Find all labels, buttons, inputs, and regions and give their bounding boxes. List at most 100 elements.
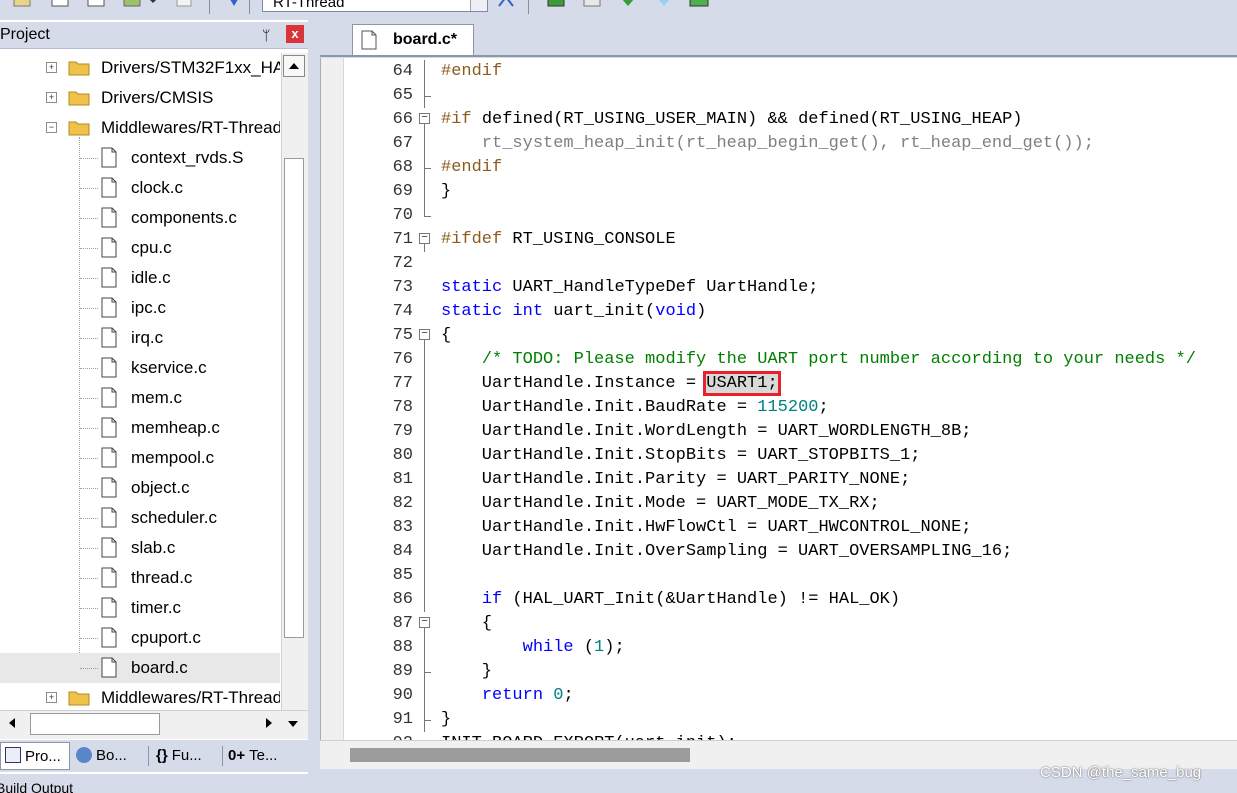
- code-line[interactable]: 76 /* TODO: Please modify the UART port …: [321, 348, 1237, 372]
- code-line[interactable]: 73 static UART_HandleTypeDef UartHandle;: [321, 276, 1237, 300]
- tree-file-item[interactable]: components.c: [0, 203, 280, 233]
- file-icon: [101, 507, 117, 528]
- tab-board-c[interactable]: board.c*: [352, 24, 474, 56]
- scroll-menu-button[interactable]: [282, 713, 304, 735]
- toolbar-grid-icon[interactable]: [50, 0, 70, 12]
- tree-file-item[interactable]: scheduler.c: [0, 503, 280, 533]
- scroll-up-button[interactable]: [283, 55, 305, 77]
- code-line[interactable]: 81 UartHandle.Init.Parity = UART_PARITY_…: [321, 468, 1237, 492]
- fold-gutter[interactable]: −: [419, 108, 437, 132]
- line-number: 87: [392, 614, 413, 633]
- code-line[interactable]: 68 #endif: [321, 156, 1237, 180]
- pin-icon[interactable]: ᛘ: [262, 22, 270, 48]
- tree-file-item[interactable]: slab.c: [0, 533, 280, 563]
- scroll-right-button[interactable]: [258, 713, 280, 735]
- tree-file-item[interactable]: thread.c: [0, 563, 280, 593]
- code-line[interactable]: 65: [321, 84, 1237, 108]
- tree-file-item[interactable]: mempool.c: [0, 443, 280, 473]
- tree-file-item[interactable]: cpu.c: [0, 233, 280, 263]
- toolbar-build-icon[interactable]: [122, 0, 142, 12]
- line-number: 92: [343, 732, 413, 740]
- code-line[interactable]: 88 while (1);: [321, 636, 1237, 660]
- tree-file-item[interactable]: memheap.c: [0, 413, 280, 443]
- toolbar-gem-icon[interactable]: [618, 0, 638, 12]
- scroll-left-button[interactable]: [2, 713, 24, 735]
- tree-file-item[interactable]: mem.c: [0, 383, 280, 413]
- code-line[interactable]: 82 UartHandle.Init.Mode = UART_MODE_TX_R…: [321, 492, 1237, 516]
- close-icon[interactable]: x: [286, 25, 304, 43]
- tab-books[interactable]: Bo...: [76, 742, 142, 770]
- tree-connector: [80, 158, 98, 159]
- editor-hscroll-thumb[interactable]: [350, 748, 690, 762]
- code-line[interactable]: 84 UartHandle.Init.OverSampling = UART_O…: [321, 540, 1237, 564]
- code-line[interactable]: 79 UartHandle.Init.WordLength = UART_WOR…: [321, 420, 1237, 444]
- toolbar-dropdown-icon[interactable]: [148, 0, 168, 12]
- collapse-icon[interactable]: −: [46, 122, 57, 133]
- toolbar-options-icon[interactable]: [496, 0, 516, 12]
- expand-icon[interactable]: +: [46, 92, 57, 103]
- scroll-thumb[interactable]: [284, 158, 304, 638]
- tree-file-item[interactable]: board.c: [0, 653, 280, 683]
- toolbar-stack-icon[interactable]: [12, 0, 32, 12]
- code-line[interactable]: 71− #ifdef RT_USING_CONSOLE: [321, 228, 1237, 252]
- toolbar-window-icon[interactable]: [582, 0, 602, 12]
- fold-gutter[interactable]: −: [419, 324, 437, 348]
- project-tree-scrollbar[interactable]: [281, 53, 308, 713]
- code-line[interactable]: 66− #if defined(RT_USING_USER_MAIN) && de…: [321, 108, 1237, 132]
- tree-file-item[interactable]: clock.c: [0, 173, 280, 203]
- fold-gutter[interactable]: −: [419, 612, 437, 636]
- code-line[interactable]: 72: [321, 252, 1237, 276]
- tree-folder-item[interactable]: + Drivers/CMSIS: [0, 83, 280, 113]
- fold-collapse-icon[interactable]: −: [419, 617, 430, 628]
- code-line[interactable]: 75−{: [321, 324, 1237, 348]
- code-line[interactable]: 70: [321, 204, 1237, 228]
- fold-gutter[interactable]: −: [419, 228, 437, 252]
- code-line[interactable]: 83 UartHandle.Init.HwFlowCtl = UART_HWCO…: [321, 516, 1237, 540]
- tree-folder-item[interactable]: − Middlewares/RT-Thread: [0, 113, 280, 143]
- line-number: 77: [392, 374, 413, 393]
- tree-folder-item[interactable]: + Drivers/STM32F1xx_HAL: [0, 53, 280, 83]
- code-line[interactable]: 74 static int uart_init(void): [321, 300, 1237, 324]
- toolbar-pack-icon[interactable]: [654, 0, 674, 12]
- code-line[interactable]: 78 UartHandle.Init.BaudRate = 115200;: [321, 396, 1237, 420]
- tree-file-item[interactable]: irq.c: [0, 323, 280, 353]
- toolbar-manage-icon[interactable]: [546, 0, 566, 12]
- tree-file-item[interactable]: context_rvds.S: [0, 143, 280, 173]
- tree-file-item[interactable]: kservice.c: [0, 353, 280, 383]
- tree-file-item[interactable]: object.c: [0, 473, 280, 503]
- tree-file-item[interactable]: idle.c: [0, 263, 280, 293]
- toolbar-check-icon[interactable]: [688, 0, 709, 12]
- code-line[interactable]: 92 INIT_BOARD_EXPORT(uart_init);: [321, 732, 1237, 740]
- toolbar-download-icon[interactable]: [224, 0, 244, 12]
- expand-icon[interactable]: +: [46, 692, 57, 703]
- code-line[interactable]: 64 #endif: [321, 60, 1237, 84]
- target-select[interactable]: RT-Thread: [262, 0, 488, 12]
- chevron-down-icon[interactable]: [470, 0, 487, 11]
- toolbar-grid2-icon[interactable]: [86, 0, 106, 12]
- code-line[interactable]: 80 UartHandle.Init.StopBits = UART_STOPB…: [321, 444, 1237, 468]
- code-editor[interactable]: 64 #endif 65 66− #if defined(RT_USING_USER_M…: [320, 58, 1237, 740]
- code-line[interactable]: 91}: [321, 708, 1237, 732]
- fold-collapse-icon[interactable]: −: [419, 113, 430, 124]
- hscroll-thumb[interactable]: [30, 713, 160, 735]
- tree-folder-item[interactable]: + Middlewares/RT-Thread: [0, 683, 280, 713]
- project-tree-hscrollbar[interactable]: [0, 710, 308, 739]
- code-line[interactable]: 87− {: [321, 612, 1237, 636]
- code-line[interactable]: 90 return 0;: [321, 684, 1237, 708]
- fold-collapse-icon[interactable]: −: [419, 329, 430, 340]
- fold-collapse-icon[interactable]: −: [419, 233, 430, 244]
- tree-file-item[interactable]: ipc.c: [0, 293, 280, 323]
- tree-file-item[interactable]: timer.c: [0, 593, 280, 623]
- toolbar-load-icon[interactable]: [175, 0, 195, 12]
- code-line[interactable]: 69}: [321, 180, 1237, 204]
- code-line[interactable]: 67 rt_system_heap_init(rt_heap_begin_get…: [321, 132, 1237, 156]
- tab-templates[interactable]: 0+ Te...: [228, 742, 298, 770]
- code-line[interactable]: 77 UartHandle.Instance = USART1;: [321, 371, 1237, 396]
- tab-functions[interactable]: {} Fu...: [156, 742, 218, 770]
- code-line[interactable]: 86 if (HAL_UART_Init(&UartHandle) != HAL…: [321, 588, 1237, 612]
- tab-project[interactable]: Pro...: [0, 742, 70, 770]
- expand-icon[interactable]: +: [46, 62, 57, 73]
- code-line[interactable]: 85: [321, 564, 1237, 588]
- code-line[interactable]: 89 }: [321, 660, 1237, 684]
- tree-file-item[interactable]: cpuport.c: [0, 623, 280, 653]
